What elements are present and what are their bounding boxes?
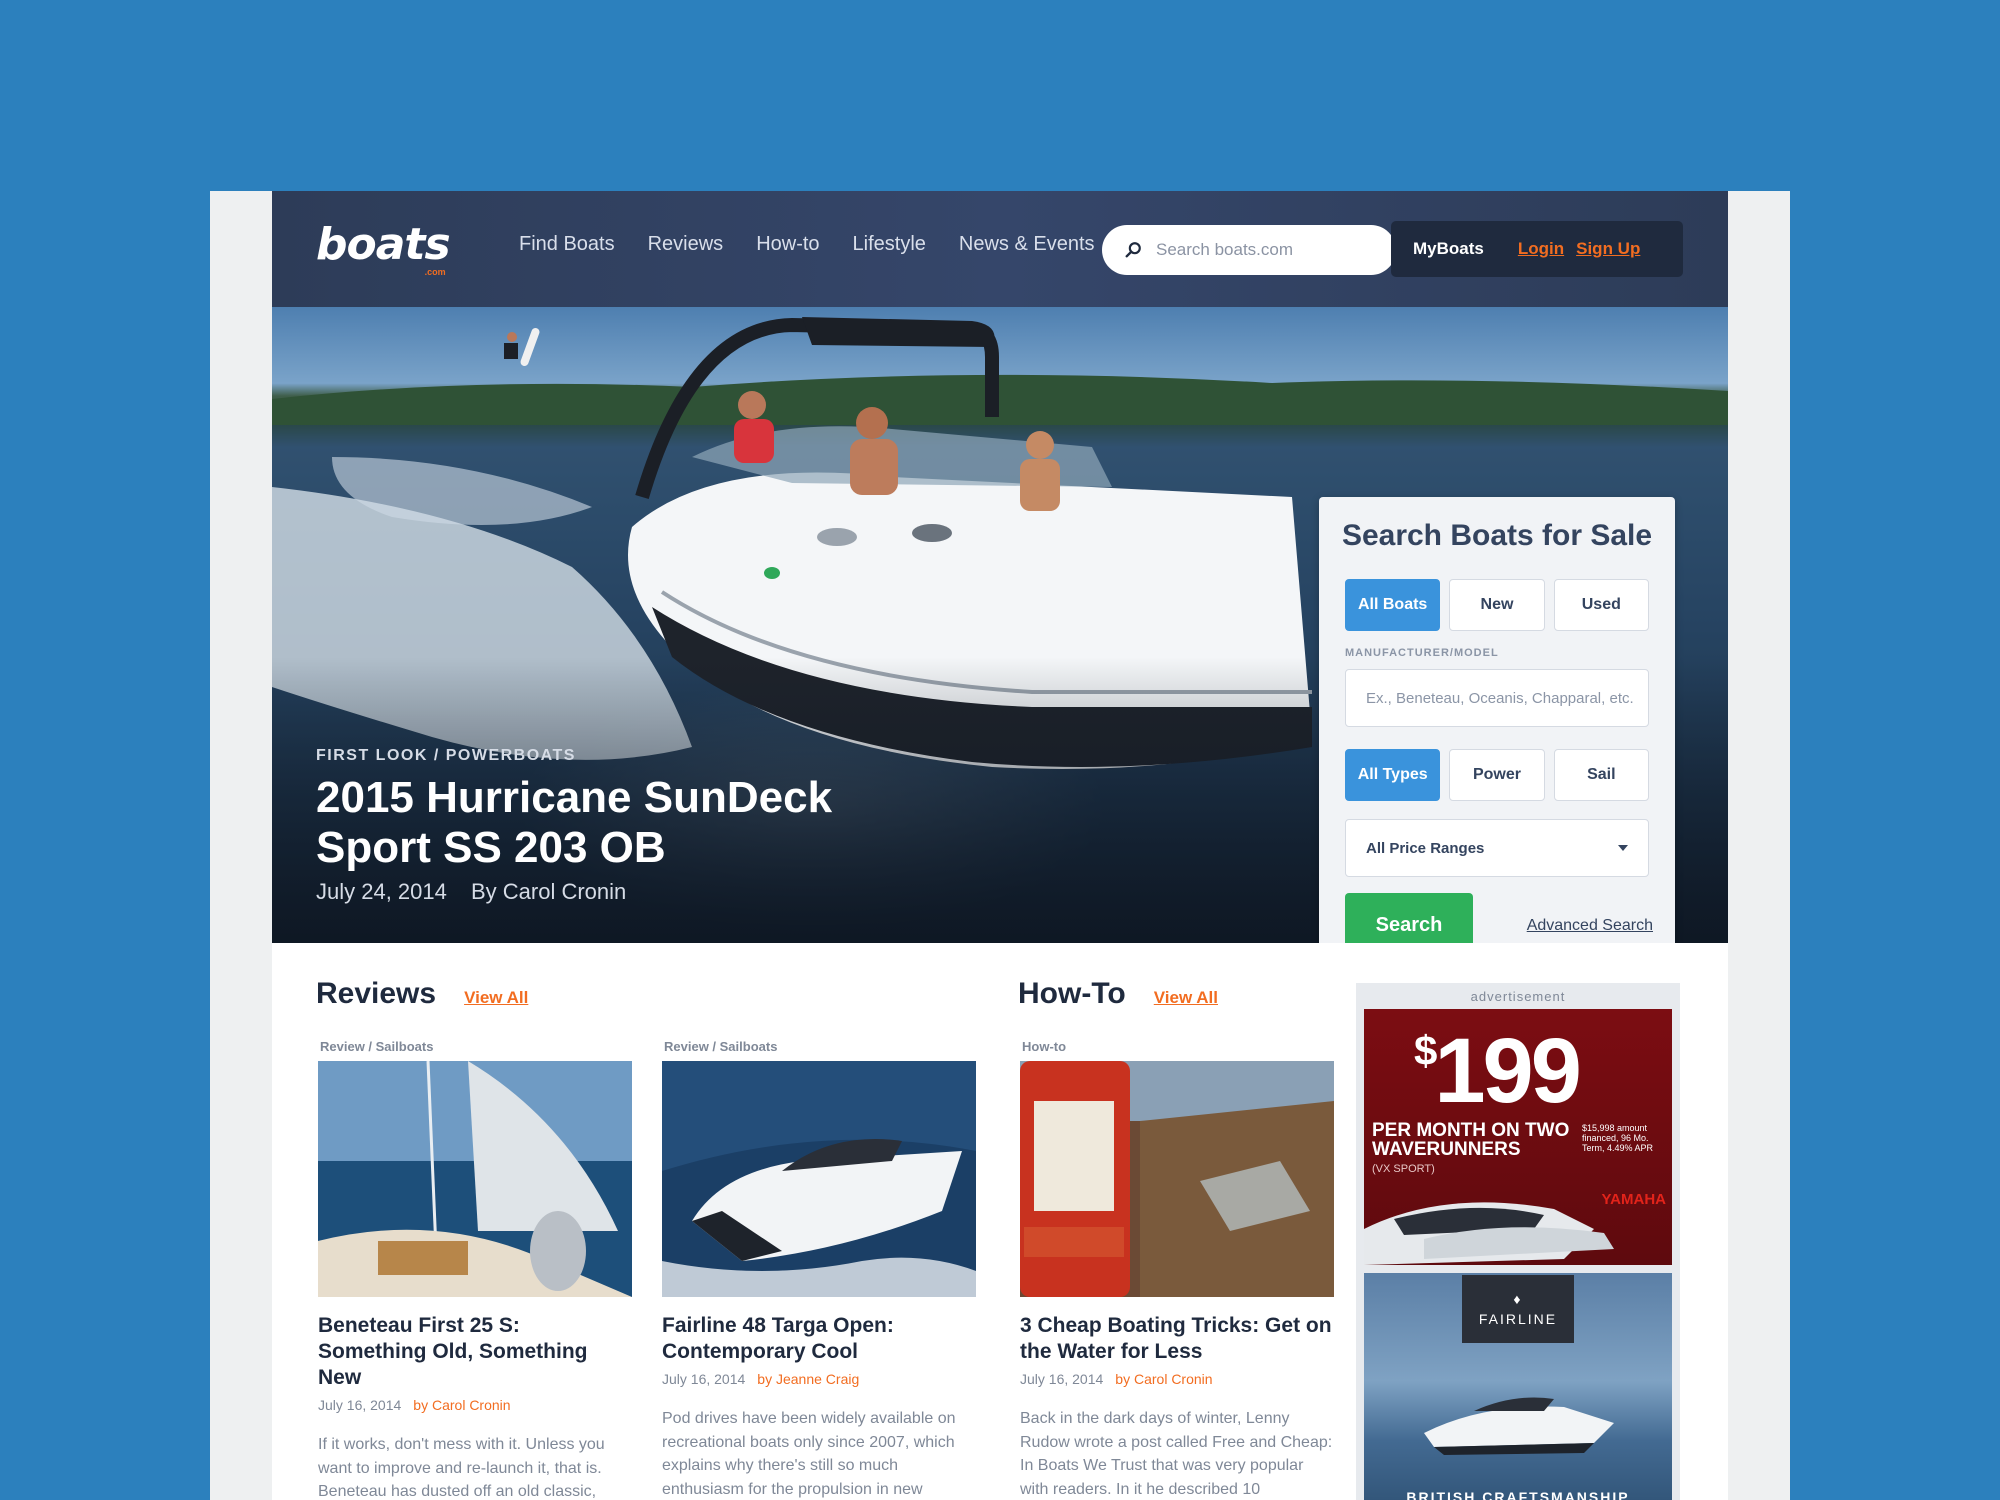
- condition-toggle: All Boats New Used: [1345, 579, 1649, 631]
- main-nav: Find Boats Reviews How-to Lifestyle News…: [519, 233, 1095, 256]
- hero-caption: FIRST LOOK / POWERBOATS 2015 Hurricane S…: [316, 747, 876, 905]
- reviews-section-header: Reviews View All: [316, 977, 528, 1011]
- boat-search-panel: Search Boats for Sale All Boats New Used…: [1319, 497, 1675, 943]
- ad-fine-print: $15,998 amount financed, 96 Mo. Term, 4.…: [1582, 1123, 1654, 1153]
- fairline-ad[interactable]: ♦ FAIRLINE BRITISH CRAFTSMANSHIP: [1364, 1273, 1672, 1500]
- card-date: July 16, 2014: [662, 1371, 746, 1387]
- advertisement-label: advertisement: [1470, 989, 1566, 1004]
- type-all-types-button[interactable]: All Types: [1345, 749, 1441, 801]
- logo-wordmark: boats: [316, 219, 451, 270]
- card-title[interactable]: 3 Cheap Boating Tricks: Get on the Water…: [1020, 1313, 1334, 1365]
- nav-how-to[interactable]: How-to: [756, 233, 819, 256]
- reviews-title: Reviews: [316, 977, 437, 1010]
- hero-category[interactable]: FIRST LOOK / POWERBOATS: [316, 747, 876, 765]
- ad-subline: (VX SPORT): [1372, 1163, 1435, 1175]
- ad-currency: $: [1414, 1027, 1437, 1074]
- type-toggle: All Types Power Sail: [1345, 749, 1649, 801]
- card-meta: July 16, 2014 by Carol Cronin: [318, 1397, 632, 1413]
- price-range-value: All Price Ranges: [1366, 839, 1485, 857]
- card-excerpt: If it works, don't mess with it. Unless …: [318, 1436, 605, 1500]
- ad-price-value: 199: [1434, 1020, 1581, 1122]
- card-category[interactable]: How-to: [1022, 1039, 1334, 1057]
- card-excerpt: Back in the dark days of winter, Lenny R…: [1020, 1410, 1333, 1498]
- account-bar: MyBoats Login Sign Up: [1391, 221, 1683, 277]
- howto-section-header: How-To View All: [1018, 977, 1218, 1011]
- reviews-view-all-link[interactable]: View All: [464, 988, 528, 1008]
- condition-all-boats-button[interactable]: All Boats: [1345, 579, 1441, 631]
- signup-link[interactable]: Sign Up: [1576, 239, 1640, 259]
- site-header: boats .com Find Boats Reviews How-to Lif…: [272, 191, 1728, 307]
- advertisement-column: advertisement $199 PER MONTH ON TWO WAVE…: [1356, 983, 1680, 1500]
- card-category[interactable]: Review / Sailboats: [320, 1039, 632, 1057]
- fairline-logo: ♦ FAIRLINE: [1462, 1275, 1574, 1343]
- card-author[interactable]: by Carol Cronin: [413, 1397, 510, 1413]
- article-card: Review / Sailboats Fairline 48 Targa Ope…: [662, 1039, 976, 1500]
- manufacturer-label: MANUFACTURER/MODEL: [1345, 647, 1499, 659]
- search-icon: [1125, 242, 1141, 258]
- nav-news-events[interactable]: News & Events: [959, 233, 1095, 256]
- myboats-link[interactable]: MyBoats: [1413, 239, 1484, 259]
- price-range-select[interactable]: All Price Ranges: [1345, 819, 1649, 877]
- browser-frame: boats .com Find Boats Reviews How-to Lif…: [210, 191, 1790, 1500]
- site-search-input[interactable]: [1156, 240, 1376, 260]
- site-search[interactable]: [1102, 225, 1396, 275]
- yacht-image: [1424, 1397, 1614, 1455]
- login-link[interactable]: Login: [1518, 239, 1564, 259]
- howto-title: How-To: [1018, 977, 1126, 1010]
- hero-feature[interactable]: FIRST LOOK / POWERBOATS 2015 Hurricane S…: [272, 307, 1728, 943]
- card-category[interactable]: Review / Sailboats: [664, 1039, 976, 1057]
- search-panel-title: Search Boats for Sale: [1341, 519, 1653, 552]
- hero-title[interactable]: 2015 Hurricane SunDeck Sport SS 203 OB: [316, 773, 876, 873]
- yamaha-ad[interactable]: $199 PER MONTH ON TWO WAVERUNNERS (VX SP…: [1364, 1009, 1672, 1265]
- ad-price: $199: [1414, 1019, 1582, 1124]
- type-sail-button[interactable]: Sail: [1553, 749, 1649, 801]
- site-container: boats .com Find Boats Reviews How-to Lif…: [272, 191, 1728, 1500]
- card-date: July 16, 2014: [318, 1397, 402, 1413]
- card-excerpt: Pod drives have been widely available on…: [662, 1410, 956, 1498]
- fairline-brand-name: FAIRLINE: [1478, 1311, 1558, 1327]
- card-meta: July 16, 2014 by Carol Cronin: [1020, 1371, 1334, 1387]
- chevron-down-icon: [1618, 845, 1628, 851]
- yamaha-logo: YAMAHA: [1601, 1191, 1666, 1208]
- logo-domain: .com: [424, 267, 446, 277]
- card-title[interactable]: Beneteau First 25 S: Something Old, Some…: [318, 1313, 632, 1391]
- card-date: July 16, 2014: [1020, 1371, 1104, 1387]
- nav-lifestyle[interactable]: Lifestyle: [853, 233, 926, 256]
- card-meta: July 16, 2014 by Jeanne Craig: [662, 1371, 976, 1387]
- article-thumbnail[interactable]: [318, 1061, 632, 1297]
- article-thumbnail[interactable]: [662, 1061, 976, 1297]
- condition-new-button[interactable]: New: [1449, 579, 1545, 631]
- article-card: How-to 3 Cheap Boating Tricks: Get on th…: [1020, 1039, 1334, 1500]
- card-title[interactable]: Fairline 48 Targa Open: Contemporary Coo…: [662, 1313, 976, 1365]
- type-power-button[interactable]: Power: [1449, 749, 1545, 801]
- fairline-tagline: BRITISH CRAFTSMANSHIP: [1406, 1489, 1630, 1500]
- condition-used-button[interactable]: Used: [1553, 579, 1649, 631]
- fairline-crest-icon: ♦: [1513, 1291, 1523, 1307]
- advanced-search-link[interactable]: Advanced Search: [1527, 917, 1653, 935]
- hero-date: July 24, 2014: [316, 879, 447, 904]
- hero-byline: July 24, 2014 By Carol Cronin: [316, 879, 876, 905]
- article-thumbnail[interactable]: [1020, 1061, 1334, 1297]
- howto-view-all-link[interactable]: View All: [1154, 988, 1218, 1008]
- hero-author: By Carol Cronin: [471, 879, 627, 904]
- nav-reviews[interactable]: Reviews: [648, 233, 724, 256]
- nav-find-boats[interactable]: Find Boats: [519, 233, 615, 256]
- card-author[interactable]: by Jeanne Craig: [757, 1371, 859, 1387]
- site-logo[interactable]: boats .com: [316, 219, 451, 279]
- ad-headline: PER MONTH ON TWO WAVERUNNERS: [1372, 1120, 1570, 1160]
- manufacturer-input[interactable]: [1345, 669, 1649, 727]
- search-button[interactable]: Search: [1345, 893, 1473, 943]
- article-card: Review / Sailboats Beneteau First 25 S: …: [318, 1039, 632, 1500]
- card-author[interactable]: by Carol Cronin: [1115, 1371, 1212, 1387]
